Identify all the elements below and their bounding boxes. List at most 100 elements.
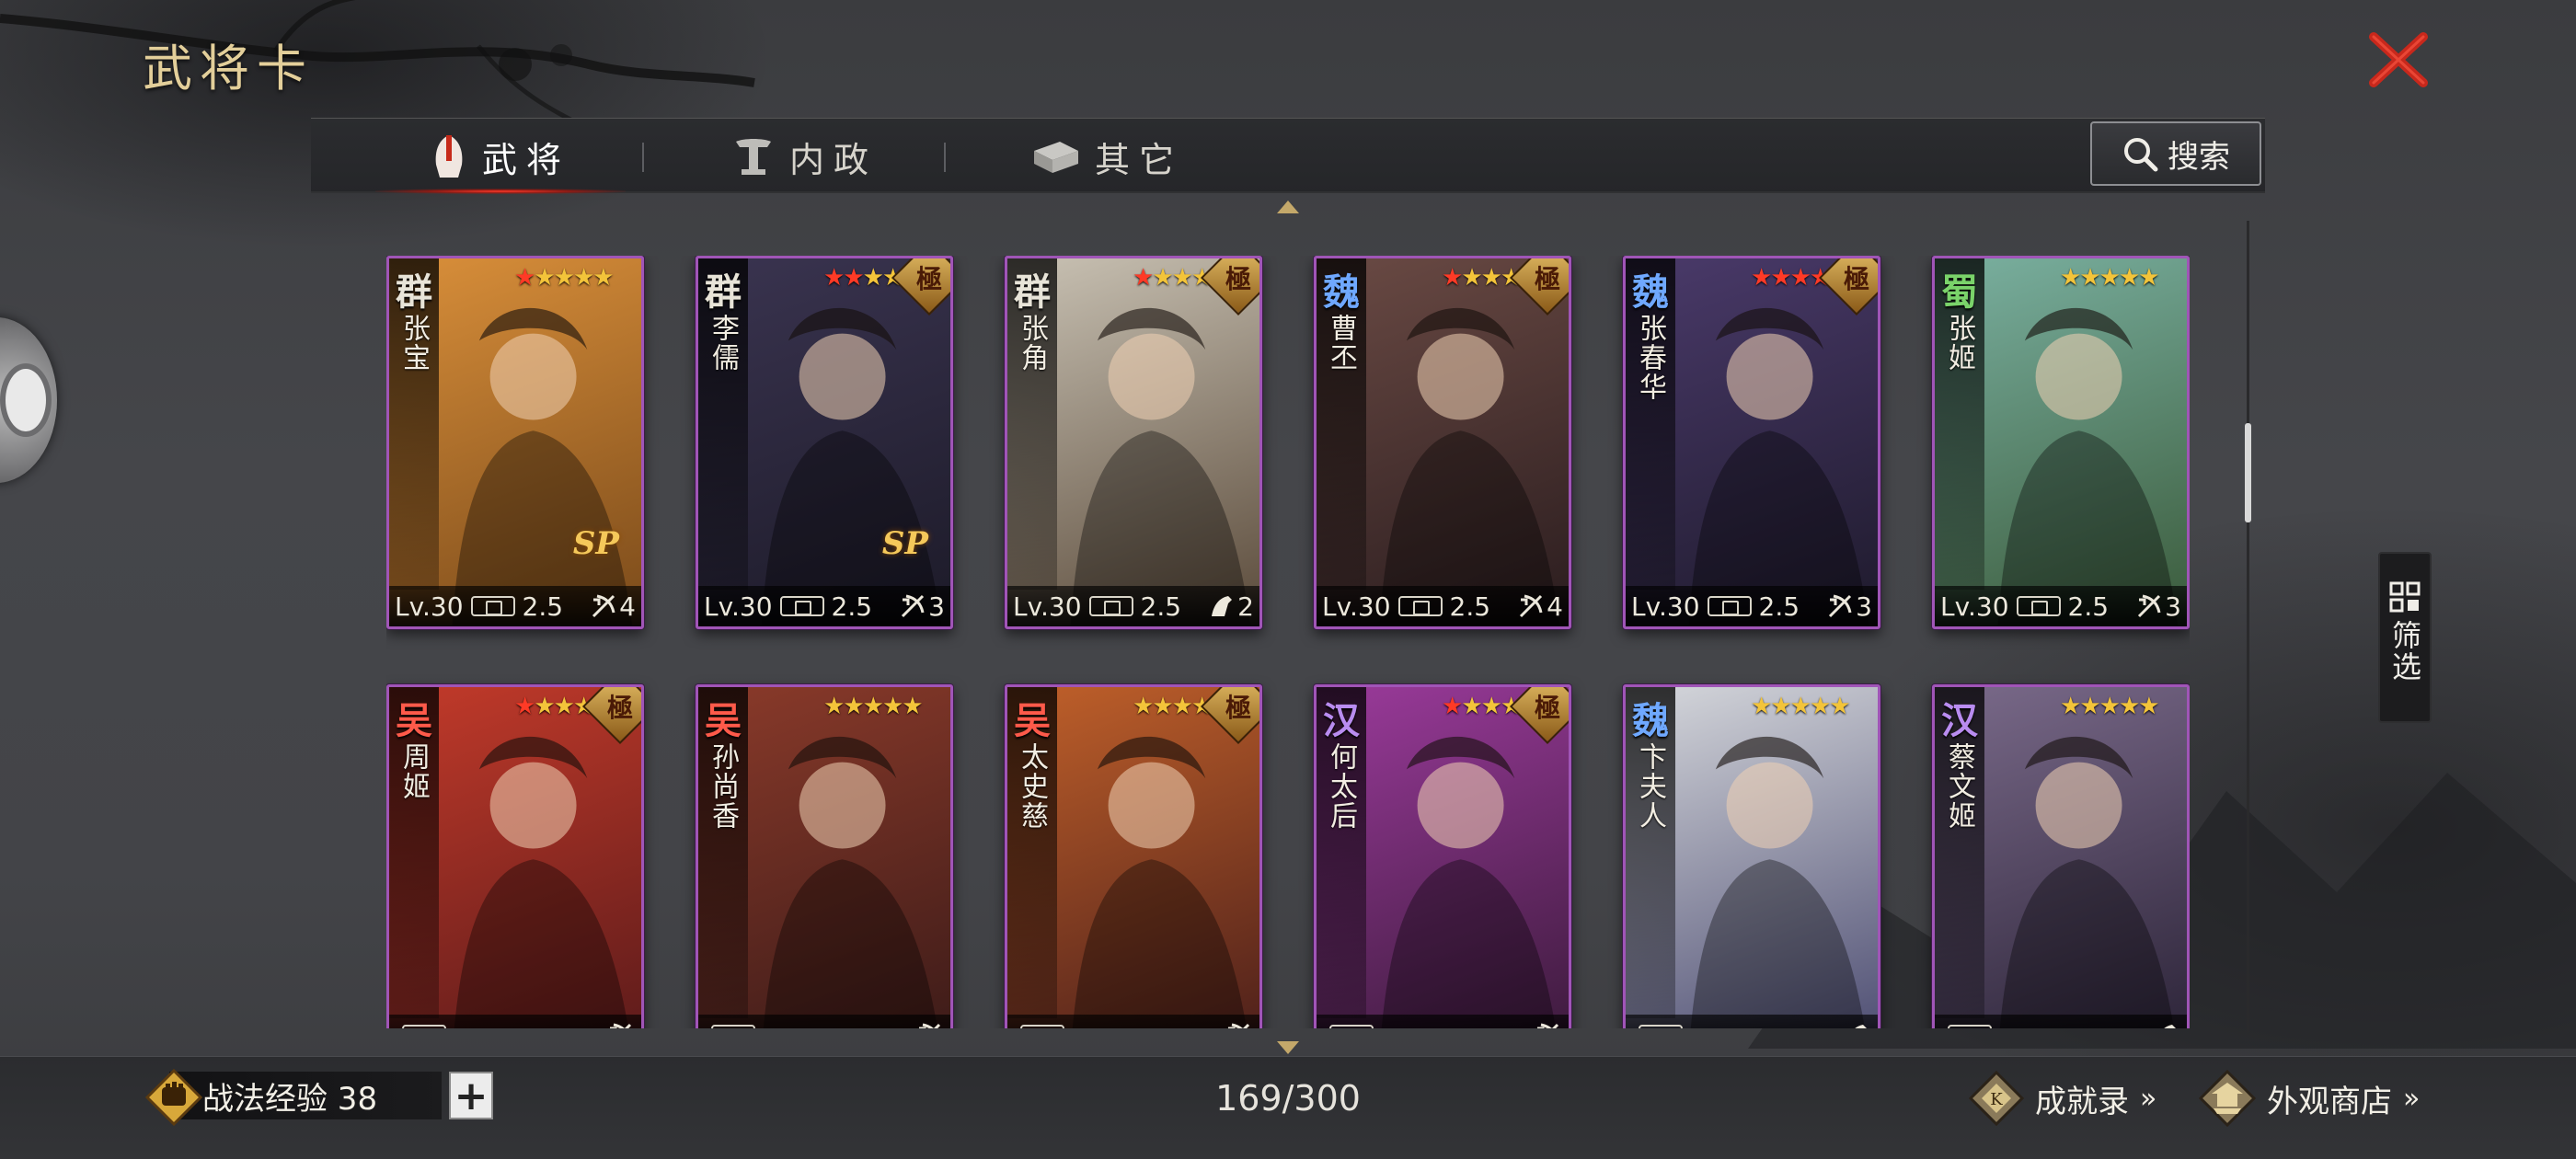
- faction-label: 汉: [1941, 699, 1978, 742]
- faction-label: 群: [1014, 270, 1051, 314]
- card-stats-bar: [389, 1015, 641, 1028]
- faction-label: 吴: [1014, 699, 1051, 742]
- cost-icon: [1948, 1025, 1992, 1028]
- add-exp-button[interactable]: +: [449, 1072, 493, 1119]
- star-icon: ★: [1480, 264, 1502, 292]
- general-card[interactable]: 汉何太后★★★★★極: [1314, 684, 1571, 1028]
- chevron-right-icon: »: [2403, 1082, 2421, 1115]
- grid-filter-icon: [2389, 581, 2421, 613]
- tab-domestic[interactable]: 内政: [732, 119, 878, 194]
- achievement-medal-icon: K: [1969, 1071, 2024, 1126]
- star-icon: ★: [1480, 693, 1502, 720]
- general-card[interactable]: 群张角★★★★★極Lv.302.52: [1005, 256, 1262, 629]
- tab-generals[interactable]: 武将: [374, 119, 627, 194]
- cost-icon: [1020, 1025, 1064, 1028]
- card-stats-bar: [1626, 1015, 1878, 1028]
- extreme-badge-label: 極: [915, 264, 942, 294]
- cost-icon: [1329, 1025, 1374, 1028]
- general-card[interactable]: 蜀张姬 ★★★★★ Lv.30 2.5 3: [1932, 256, 2190, 629]
- achievements-label: 成就录: [2035, 1083, 2129, 1120]
- star-icon: ★: [2060, 693, 2081, 720]
- tab-other[interactable]: 其它: [1032, 119, 1183, 194]
- achievements-button[interactable]: K 成就录 »: [1969, 1069, 2157, 1128]
- cost-icon: [1088, 596, 1133, 616]
- general-card[interactable]: 吴太史慈★★★★★極: [1005, 684, 1262, 1028]
- general-card[interactable]: 魏卞夫人 ★★★★★: [1623, 684, 1880, 1028]
- general-name: 张宝: [397, 314, 430, 373]
- cost-value: 2.5: [2067, 591, 2110, 622]
- star-icon: ★: [1461, 693, 1482, 720]
- star-icon: ★: [2060, 264, 2081, 292]
- star-icon: ★: [553, 264, 575, 292]
- troop-type: [1534, 1021, 1563, 1028]
- star-icon: ★: [2138, 264, 2159, 292]
- filter-button[interactable]: 筛选: [2378, 552, 2432, 723]
- star-icon: ★: [2099, 264, 2121, 292]
- card-stats-bar: Lv.30 2.5 3: [698, 586, 950, 626]
- star-icon: ★: [862, 264, 884, 292]
- troop-type: 3: [2135, 591, 2181, 622]
- star-icon: ★: [843, 264, 864, 292]
- bow-icon: [1537, 1023, 1559, 1028]
- pagoda-shop-icon: [2199, 1070, 2256, 1127]
- star-icon: ★: [1171, 693, 1193, 720]
- troop-type: 3: [1826, 591, 1872, 622]
- general-card[interactable]: 魏张春华★★★★★極Lv.302.53: [1623, 256, 1880, 629]
- cost-value: 2.5: [1758, 591, 1800, 622]
- scrollbar-track: [2247, 221, 2249, 1032]
- level-label: Lv.30: [395, 591, 464, 622]
- scrollbar-thumb[interactable]: [2245, 423, 2251, 522]
- general-card-grid: 群张宝★★★★★SPLv.302.54群李儒★★★★★極SPLv.302.53群…: [386, 256, 2190, 1028]
- search-icon: [2124, 138, 2158, 172]
- star-icon: ★: [553, 693, 575, 720]
- star-icon: ★: [902, 693, 923, 720]
- troop-type: 4: [590, 591, 636, 622]
- cost-icon: [402, 1025, 446, 1028]
- troop-count: 4: [1547, 591, 1563, 622]
- horse-icon: [1855, 1025, 1867, 1028]
- level-label: Lv.30: [1013, 591, 1082, 622]
- side-drawer-handle[interactable]: [0, 317, 57, 483]
- scroll-up-indicator: [1277, 201, 1299, 213]
- star-icon: ★: [2118, 693, 2140, 720]
- appearance-shop-button[interactable]: 外观商店 »: [2199, 1069, 2421, 1128]
- search-label: 搜索: [2168, 138, 2230, 176]
- star-icon: ★: [572, 264, 594, 292]
- search-button[interactable]: 搜索: [2090, 121, 2261, 186]
- tab-label: 内政: [789, 139, 879, 180]
- star-icon: ★: [823, 264, 845, 292]
- star-icon: ★: [1829, 693, 1850, 720]
- general-name: 张姬: [1943, 314, 1975, 373]
- general-card[interactable]: 吴孙尚香 ★★★★★: [696, 684, 953, 1028]
- bow-icon: [2138, 594, 2161, 618]
- general-card[interactable]: 群李儒★★★★★極SPLv.302.53: [696, 256, 953, 629]
- star-icon: ★: [1171, 264, 1193, 292]
- close-icon[interactable]: [2366, 31, 2431, 88]
- scroll-box-icon: [1034, 142, 1078, 173]
- general-name: 张春华: [1634, 314, 1666, 402]
- card-stats-bar: Lv.30 2.5 4: [389, 586, 641, 626]
- general-card[interactable]: 汉蔡文姬 ★★★★★: [1932, 684, 2190, 1028]
- star-icon: ★: [1789, 693, 1811, 720]
- extreme-badge-label: 極: [1225, 264, 1251, 294]
- extreme-badge-label: 極: [1225, 693, 1251, 723]
- troop-count: 2: [1237, 591, 1254, 622]
- card-stats-bar: Lv.30 2.5 3: [1935, 586, 2187, 626]
- bow-icon: [902, 594, 925, 618]
- star-icon: ★: [843, 693, 864, 720]
- level-label: Lv.30: [1322, 591, 1391, 622]
- troop-type: 3: [899, 591, 945, 622]
- general-card[interactable]: 吴周姬★★★★★極: [386, 684, 644, 1028]
- star-icon: ★: [1809, 693, 1831, 720]
- general-card[interactable]: 魏曹丕★★★★★極Lv.302.54: [1314, 256, 1571, 629]
- general-card[interactable]: 群张宝 ★★★★★ SP Lv.30 2.5 4: [386, 256, 644, 629]
- star-rating: ★★★★★: [514, 264, 615, 292]
- troop-type: [915, 1021, 945, 1028]
- star-icon: ★: [1133, 264, 1154, 292]
- star-icon: ★: [514, 264, 535, 292]
- card-stats-bar: Lv.30 2.5 2: [1007, 586, 1259, 626]
- general-name: 张角: [1016, 314, 1048, 373]
- cost-icon: [2016, 596, 2061, 616]
- star-icon: ★: [881, 693, 903, 720]
- card-stats-bar: [1935, 1015, 2187, 1028]
